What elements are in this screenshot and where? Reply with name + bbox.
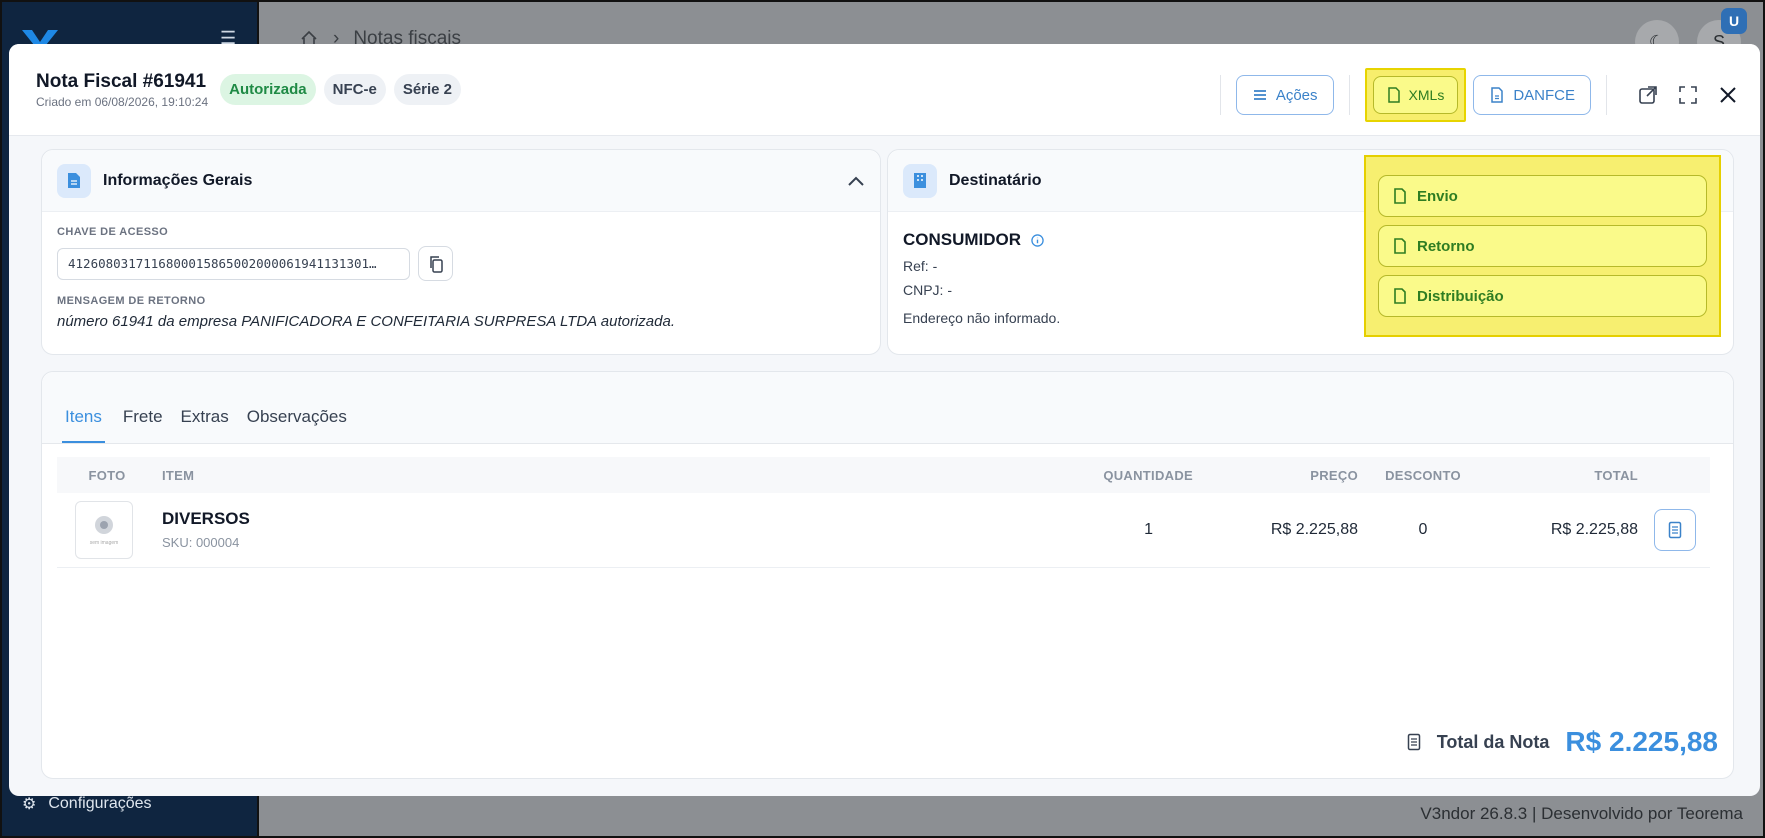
item-preco: R$ 2.225,88	[1198, 493, 1358, 568]
danfce-button[interactable]: DANFCE	[1473, 75, 1591, 115]
dest-card-title: Destinatário	[949, 171, 1042, 189]
xml-menu-envio[interactable]: Envio	[1378, 175, 1707, 217]
expand-icon	[1679, 86, 1697, 104]
file-icon	[1394, 238, 1406, 254]
chave-label: CHAVE DE ACESSO	[57, 226, 169, 238]
model-badge: NFC-e	[323, 74, 386, 105]
file-icon	[1387, 87, 1400, 103]
table-header: FOTO ITEM QUANTIDADE PREÇO DESCONTO TOTA…	[57, 457, 1710, 493]
divider	[1348, 75, 1350, 115]
file-icon	[1394, 188, 1406, 204]
col-actions	[1638, 457, 1710, 493]
file-icon	[1394, 288, 1406, 304]
sidebar-item-configuracoes[interactable]: ⚙ Configurações	[22, 794, 152, 814]
col-desconto: DESCONTO	[1358, 457, 1488, 493]
total-label: Total da Nota	[1436, 731, 1550, 752]
acoes-button[interactable]: Ações	[1235, 75, 1334, 115]
xml-menu-distribuicao[interactable]: Distribuição	[1378, 275, 1707, 317]
mensagem-label: MENSAGEM DE RETORNO	[57, 295, 206, 307]
open-external-button[interactable]	[1634, 81, 1662, 109]
menu-lines-icon	[1253, 90, 1266, 100]
receipt-icon	[1668, 521, 1682, 538]
footer-version: V3ndor 26.8.3 | Desenvolvido por Teorema	[1420, 804, 1743, 823]
xml-menu-label: Distribuição	[1417, 287, 1504, 305]
close-icon	[1720, 87, 1736, 103]
dest-name: CONSUMIDOR	[903, 230, 1022, 249]
xmls-label: XMLs	[1408, 87, 1445, 103]
copy-button[interactable]	[418, 246, 453, 281]
product-photo: sem imagem	[75, 500, 133, 559]
info-card-title: Informações Gerais	[103, 171, 253, 189]
chave-field[interactable]: 4126080317116800015865002000061941131301…	[57, 247, 410, 280]
building-icon	[903, 163, 937, 198]
copy-icon	[429, 255, 443, 273]
item-details-button[interactable]	[1654, 508, 1696, 551]
user-badge: U	[1721, 8, 1747, 34]
tab-itens[interactable]: Itens	[62, 407, 105, 443]
item-quantidade: 1	[998, 493, 1198, 568]
tabs: Itens Frete Extras Observações	[42, 372, 1733, 444]
divider	[1606, 75, 1607, 115]
tab-frete[interactable]: Frete	[123, 407, 163, 443]
items-table: FOTO ITEM QUANTIDADE PREÇO DESCONTO TOTA…	[57, 457, 1710, 568]
open-external-icon	[1639, 86, 1657, 104]
acoes-label: Ações	[1275, 86, 1318, 104]
badges: Autorizada NFC-e Série 2	[220, 74, 462, 105]
receipt-icon	[1407, 733, 1420, 751]
header-actions: Ações XMLs DANFCE	[1205, 68, 1742, 122]
modal-subtitle: Criado em 06/08/2026, 19:10:24	[36, 94, 209, 109]
danfce-label: DANFCE	[1513, 86, 1575, 104]
info-icon[interactable]	[1031, 233, 1044, 247]
xml-menu-label: Envio	[1417, 187, 1458, 205]
image-placeholder-icon	[95, 515, 113, 534]
item-sku: SKU: 000004	[162, 535, 240, 551]
item-desconto: 0	[1358, 493, 1488, 568]
tab-observacoes[interactable]: Observações	[247, 407, 347, 443]
divider	[1219, 75, 1221, 115]
title-block: Nota Fiscal #61941 Criado em 06/08/2026,…	[36, 71, 208, 109]
col-quantidade: QUANTIDADE	[998, 457, 1198, 493]
mensagem-value: número 61941 da empresa PANIFICADORA E C…	[57, 313, 675, 330]
sidebar-item-label: Configurações	[48, 795, 152, 812]
chave-row: 4126080317116800015865002000061941131301…	[57, 246, 865, 281]
info-card-header[interactable]: Informações Gerais	[42, 150, 880, 212]
gear-icon: ⚙	[22, 796, 37, 813]
document-icon	[57, 163, 91, 198]
xmls-button[interactable]: XMLs	[1372, 76, 1459, 114]
chevron-up-icon[interactable]	[847, 175, 865, 187]
table-row[interactable]: sem imagem DIVERSOS SKU: 000004 1 R$ 2.2…	[57, 493, 1710, 568]
total-row: Total da Nota R$ 2.225,88	[1407, 726, 1718, 758]
fullscreen-button[interactable]	[1674, 81, 1702, 109]
invoice-modal: Nota Fiscal #61941 Criado em 06/08/2026,…	[9, 44, 1760, 796]
modal-title: Nota Fiscal #61941	[36, 70, 207, 92]
items-card: Itens Frete Extras Observações FOTO ITEM…	[41, 371, 1734, 779]
xml-menu-retorno[interactable]: Retorno	[1378, 225, 1707, 267]
col-total: TOTAL	[1488, 457, 1638, 493]
xml-menu-label: Retorno	[1417, 237, 1475, 255]
item-total: R$ 2.225,88	[1488, 493, 1638, 568]
xmls-dropdown: Envio Retorno Distribuição	[1364, 155, 1721, 337]
tab-extras[interactable]: Extras	[181, 407, 229, 443]
file-pdf-icon	[1491, 87, 1504, 103]
col-item: ITEM	[157, 457, 998, 493]
image-placeholder-text: sem imagem	[89, 539, 119, 546]
close-button[interactable]	[1714, 81, 1742, 109]
xmls-highlight: XMLs	[1364, 68, 1467, 122]
series-badge: Série 2	[393, 74, 462, 105]
total-value: R$ 2.225,88	[1565, 726, 1718, 757]
col-preco: PREÇO	[1198, 457, 1358, 493]
modal-header: Nota Fiscal #61941 Criado em 06/08/2026,…	[9, 44, 1760, 136]
info-card-body: CHAVE DE ACESSO 412608031711680001586500…	[42, 212, 880, 344]
info-card: Informações Gerais CHAVE DE ACESSO 41260…	[41, 149, 881, 355]
item-name: DIVERSOS	[162, 509, 250, 529]
col-foto: FOTO	[57, 457, 157, 493]
status-badge: Autorizada	[220, 74, 316, 105]
